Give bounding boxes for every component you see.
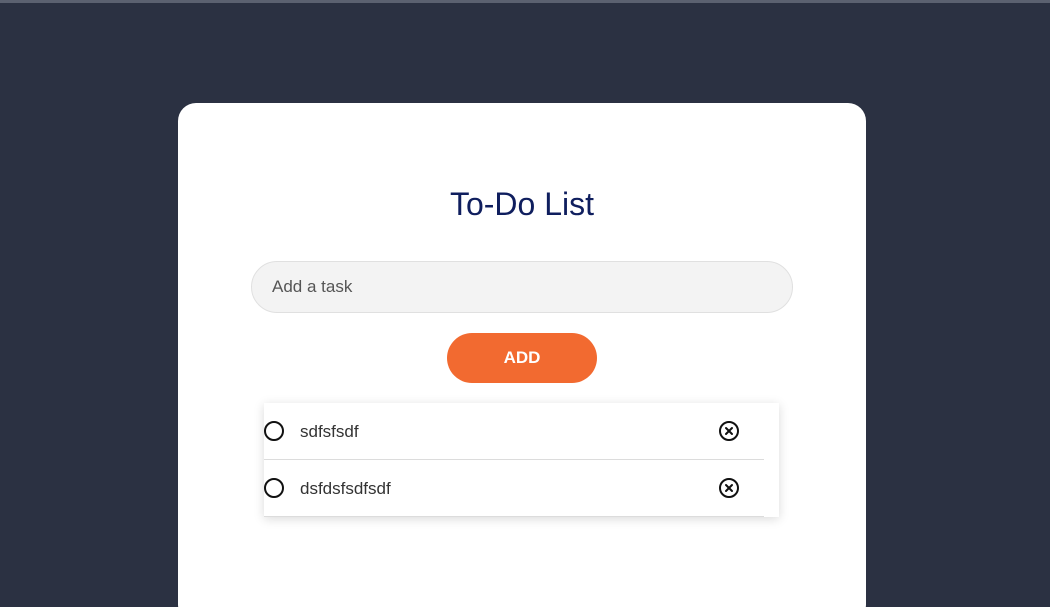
add-button[interactable]: ADD — [447, 333, 597, 383]
close-circle-icon[interactable] — [719, 478, 739, 498]
circle-outline-icon[interactable] — [264, 478, 284, 498]
browser-top-strip — [0, 0, 1050, 3]
todo-card: To-Do List ADD sdfsfsdf dsfdsfsdfsdf — [178, 103, 866, 607]
task-text: dsfdsfsdfsdf — [300, 479, 391, 498]
close-glyph — [725, 484, 733, 492]
task-item[interactable]: dsfdsfsdfsdf — [264, 460, 764, 517]
circle-outline-icon[interactable] — [264, 421, 284, 441]
task-list: sdfsfsdf dsfdsfsdfsdf — [264, 403, 779, 517]
task-text: sdfsfsdf — [300, 422, 359, 441]
task-item[interactable]: sdfsfsdf — [264, 403, 764, 460]
page-title: To-Do List — [449, 186, 595, 222]
close-circle-icon[interactable] — [719, 421, 739, 441]
task-input[interactable] — [251, 261, 793, 313]
close-glyph — [725, 427, 733, 435]
